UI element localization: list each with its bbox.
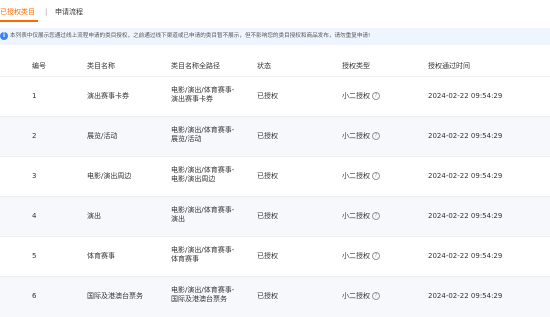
table-row: 4 演出 电影/演出/体育赛事- 演出 已授权 小二授权? 2024-02-22…: [0, 196, 550, 237]
row-status: 已授权: [257, 92, 278, 100]
table-row: 1 演出赛事卡券 电影/演出/体育赛事- 演出赛事卡券 已授权 小二授权? 20…: [0, 76, 550, 117]
tab-bar: 已授权类目 | 申请流程: [0, 0, 550, 24]
row-auth-type: 小二授权?: [342, 92, 380, 101]
auth-type-label: 小二授权: [342, 92, 370, 100]
header-category-path: 类目名称全路径: [171, 62, 220, 70]
row-auth-time: 2024-02-22 09:54:29: [428, 92, 503, 100]
row-auth-time: 2024-02-22 09:54:29: [428, 252, 503, 260]
row-category-path: 电影/演出/体育赛事- 体育赛事: [171, 246, 246, 264]
header-auth-time: 授权通过时间: [428, 62, 470, 70]
row-status: 已授权: [257, 172, 278, 180]
row-auth-time: 2024-02-22 09:54:29: [428, 132, 503, 140]
row-auth-type: 小二授权?: [342, 292, 380, 301]
row-auth-type: 小二授权?: [342, 252, 380, 261]
path-line-2: 演出赛事卡券: [171, 95, 213, 103]
table-row: 3 电影/演出周边 电影/演出/体育赛事- 电影/演出周边 已授权 小二授权? …: [0, 156, 550, 197]
help-icon[interactable]: ?: [372, 92, 380, 100]
table-header: 编号 类目名称 类目名称全路径 状态 授权类型 授权通过时间: [0, 58, 550, 76]
header-category-name: 类目名称: [87, 62, 115, 70]
notice-banner: i 本列表中仅展示您通过线上流程申请的类目授权，之前通过线下渠道或已申请的类目暂…: [0, 28, 550, 45]
row-category-path: 电影/演出/体育赛事- 电影/演出周边: [171, 166, 246, 184]
help-icon[interactable]: ?: [372, 252, 380, 260]
path-line-1: 电影/演出/体育赛事-: [171, 126, 235, 134]
row-index: 1: [32, 92, 37, 100]
row-auth-type: 小二授权?: [342, 132, 380, 141]
row-auth-type: 小二授权?: [342, 212, 380, 221]
auth-type-label: 小二授权: [342, 132, 370, 140]
path-line-1: 电影/演出/体育赛事-: [171, 206, 235, 214]
active-tab-indicator: [0, 20, 38, 22]
row-category-name: 展览/活动: [87, 132, 118, 140]
path-line-2: 演出: [171, 215, 185, 223]
row-category-name: 演出赛事卡券: [87, 92, 129, 100]
path-line-2: 展览/活动: [171, 135, 202, 143]
row-auth-type: 小二授权?: [342, 172, 380, 181]
path-line-1: 电影/演出/体育赛事-: [171, 246, 235, 254]
row-auth-time: 2024-02-22 09:54:29: [428, 212, 503, 220]
auth-type-label: 小二授权: [342, 292, 370, 300]
row-category-path: 电影/演出/体育赛事- 展览/活动: [171, 126, 246, 144]
row-status: 已授权: [257, 292, 278, 300]
tab-separator: |: [45, 8, 48, 16]
auth-type-label: 小二授权: [342, 212, 370, 220]
tab-authorized-categories[interactable]: 已授权类目: [0, 7, 35, 17]
row-category-name: 演出: [87, 212, 101, 220]
row-status: 已授权: [257, 132, 278, 140]
row-category-name: 体育赛事: [87, 252, 115, 260]
table-row: 2 展览/活动 电影/演出/体育赛事- 展览/活动 已授权 小二授权? 2024…: [0, 116, 550, 157]
row-auth-time: 2024-02-22 09:54:29: [428, 172, 503, 180]
row-index: 4: [32, 212, 37, 220]
row-auth-time: 2024-02-22 09:54:29: [428, 292, 503, 300]
row-index: 2: [32, 132, 37, 140]
path-line-1: 电影/演出/体育赛事-: [171, 86, 235, 94]
row-category-name: 国际及港澳台票务: [87, 292, 143, 300]
table-row: 6 国际及港澳台票务 电影/演出/体育赛事- 国际及港澳台票务 已授权 小二授权…: [0, 276, 550, 317]
row-category-path: 电影/演出/体育赛事- 演出赛事卡券: [171, 86, 246, 104]
path-line-2: 体育赛事: [171, 255, 199, 263]
help-icon[interactable]: ?: [372, 132, 380, 140]
row-category-path: 电影/演出/体育赛事- 演出: [171, 206, 246, 224]
header-index: 编号: [32, 62, 46, 70]
path-line-1: 电影/演出/体育赛事-: [171, 166, 235, 174]
help-icon[interactable]: ?: [372, 212, 380, 220]
table-row: 5 体育赛事 电影/演出/体育赛事- 体育赛事 已授权 小二授权? 2024-0…: [0, 236, 550, 277]
auth-type-label: 小二授权: [342, 172, 370, 180]
header-status: 状态: [257, 62, 271, 70]
row-index: 6: [32, 292, 37, 300]
row-status: 已授权: [257, 212, 278, 220]
row-index: 5: [32, 252, 37, 260]
auth-type-label: 小二授权: [342, 252, 370, 260]
path-line-2: 国际及港澳台票务: [171, 295, 227, 303]
help-icon[interactable]: ?: [372, 292, 380, 300]
tab-application-process[interactable]: 申请流程: [55, 7, 83, 17]
row-category-path: 电影/演出/体育赛事- 国际及港澳台票务: [171, 286, 246, 304]
row-status: 已授权: [257, 252, 278, 260]
path-line-2: 电影/演出周边: [171, 175, 216, 183]
help-icon[interactable]: ?: [372, 172, 380, 180]
header-auth-type: 授权类型: [342, 62, 370, 70]
info-icon: i: [0, 32, 8, 40]
notice-text: 本列表中仅展示您通过线上流程申请的类目授权，之前通过线下渠道或已申请的类目暂不展…: [10, 33, 371, 39]
row-category-name: 电影/演出周边: [87, 172, 132, 180]
row-index: 3: [32, 172, 37, 180]
